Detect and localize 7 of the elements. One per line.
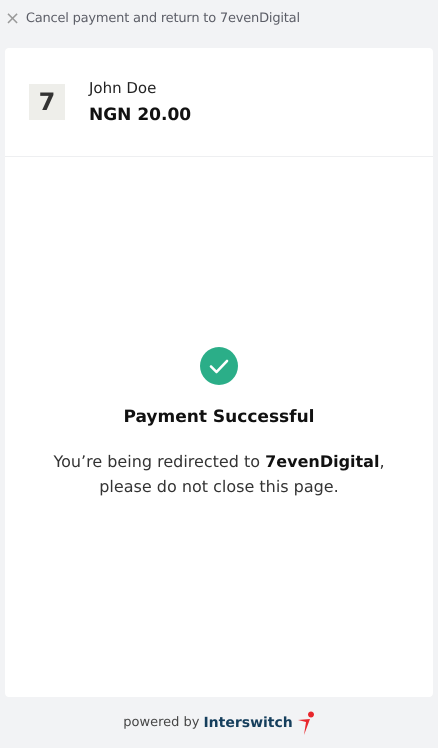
brand-name: Interswitch bbox=[203, 714, 293, 730]
status-title: Payment Successful bbox=[123, 407, 315, 427]
payment-amount: NGN 20.00 bbox=[89, 105, 192, 125]
status-message: You’re being redirected to 7evenDigital, please do not close this page. bbox=[52, 451, 386, 498]
customer-name: John Doe bbox=[89, 79, 158, 97]
powered-by-text: powered by bbox=[123, 715, 200, 730]
merchant-logo: 7 bbox=[29, 84, 65, 120]
